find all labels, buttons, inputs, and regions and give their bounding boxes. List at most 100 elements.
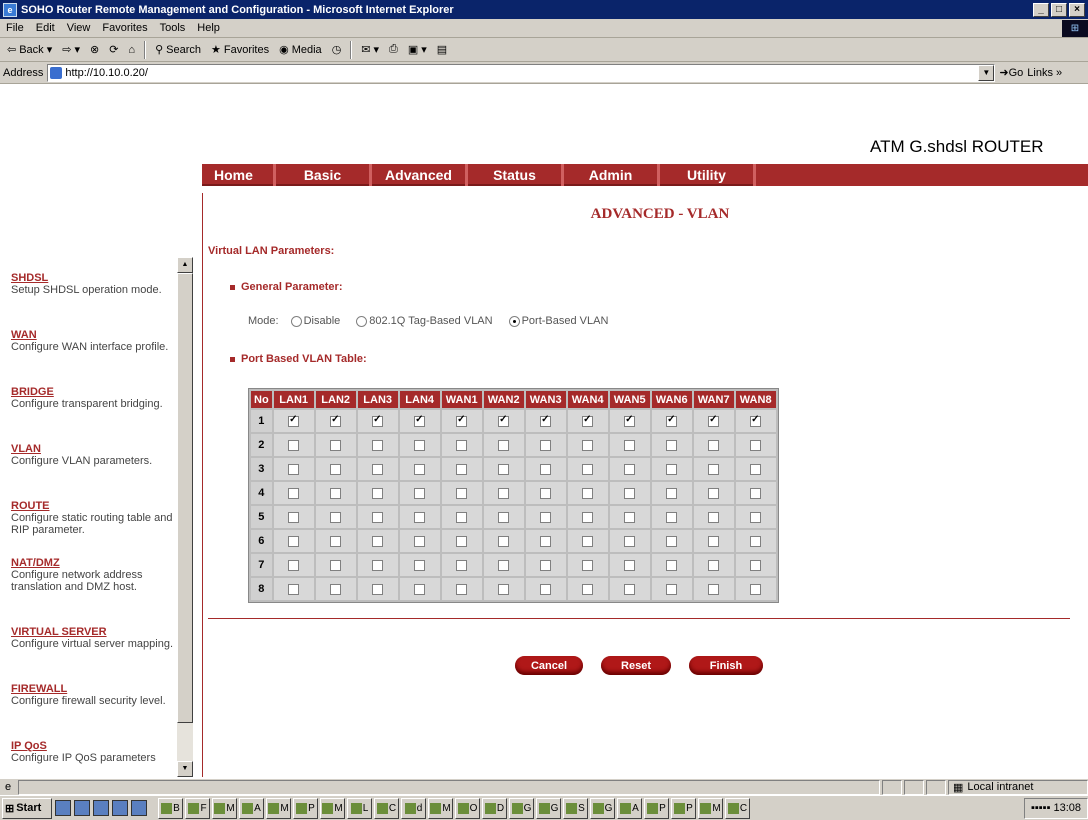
taskbar-button[interactable]: C: [374, 797, 399, 819]
sidebar-item-virtual-server[interactable]: VIRTUAL SERVER Configure virtual server m…: [11, 626, 176, 650]
discuss-button[interactable]: ▤: [433, 43, 451, 56]
go-button[interactable]: ➜Go: [999, 66, 1023, 79]
port-checkbox[interactable]: [750, 463, 762, 475]
port-checkbox[interactable]: [666, 559, 678, 571]
port-checkbox[interactable]: [330, 487, 342, 499]
menu-file[interactable]: File: [0, 22, 30, 34]
port-checkbox[interactable]: [624, 487, 636, 499]
port-checkbox[interactable]: [582, 487, 594, 499]
nav-advanced[interactable]: Advanced: [372, 164, 468, 186]
port-checkbox[interactable]: [372, 583, 384, 595]
port-checkbox[interactable]: [582, 439, 594, 451]
port-checkbox[interactable]: [666, 583, 678, 595]
scroll-up-icon[interactable]: ▲: [177, 257, 193, 273]
mail-button[interactable]: ✉ ▾: [357, 43, 383, 56]
port-checkbox[interactable]: [414, 439, 426, 451]
taskbar-button[interactable]: D: [482, 797, 507, 819]
refresh-button[interactable]: ⟳: [105, 43, 122, 56]
port-checkbox[interactable]: [666, 535, 678, 547]
port-checkbox[interactable]: [414, 583, 426, 595]
port-checkbox[interactable]: [582, 511, 594, 523]
sidebar-item-vlan[interactable]: VLAN Configure VLAN parameters.: [11, 443, 176, 467]
port-checkbox[interactable]: [582, 535, 594, 547]
port-checkbox[interactable]: [330, 511, 342, 523]
port-checkbox[interactable]: [624, 583, 636, 595]
port-checkbox[interactable]: [624, 414, 636, 427]
quicklaunch-icon[interactable]: [55, 800, 71, 816]
port-checkbox[interactable]: [456, 535, 468, 547]
port-checkbox[interactable]: [456, 463, 468, 475]
port-checkbox[interactable]: [540, 511, 552, 523]
cancel-button[interactable]: Cancel: [515, 656, 583, 675]
taskbar-button[interactable]: G: [536, 797, 561, 819]
sidebar-item-bridge[interactable]: BRIDGE Configure transparent bridging.: [11, 386, 176, 410]
taskbar-button[interactable]: F: [185, 797, 210, 819]
port-checkbox[interactable]: [498, 463, 510, 475]
taskbar-button[interactable]: A: [617, 797, 642, 819]
port-checkbox[interactable]: [288, 463, 300, 475]
taskbar-button[interactable]: S: [563, 797, 588, 819]
port-checkbox[interactable]: [750, 511, 762, 523]
nav-status[interactable]: Status: [468, 164, 564, 186]
port-checkbox[interactable]: [666, 511, 678, 523]
sidebar-scrollbar[interactable]: ▲ ▼: [177, 257, 193, 777]
taskbar-button[interactable]: M: [266, 797, 291, 819]
port-checkbox[interactable]: [750, 559, 762, 571]
port-checkbox[interactable]: [330, 583, 342, 595]
taskbar-button[interactable]: P: [671, 797, 696, 819]
port-checkbox[interactable]: [456, 511, 468, 523]
scroll-down-icon[interactable]: ▼: [177, 761, 193, 777]
menu-favorites[interactable]: Favorites: [96, 22, 153, 34]
port-checkbox[interactable]: [372, 559, 384, 571]
port-checkbox[interactable]: [750, 439, 762, 451]
sidebar-item-firewall[interactable]: FIREWALL Configure firewall security leve…: [11, 683, 176, 707]
nav-basic[interactable]: Basic: [276, 164, 372, 186]
port-checkbox[interactable]: [288, 559, 300, 571]
sidebar-item-route[interactable]: ROUTE Configure static routing table and …: [11, 500, 176, 536]
port-checkbox[interactable]: [540, 583, 552, 595]
maximize-button[interactable]: □: [1051, 2, 1067, 17]
radio-port-based[interactable]: [508, 315, 520, 327]
port-checkbox[interactable]: [498, 583, 510, 595]
mode-option-disable[interactable]: Disable: [290, 315, 340, 327]
port-checkbox[interactable]: [750, 583, 762, 595]
port-checkbox[interactable]: [288, 487, 300, 499]
port-checkbox[interactable]: [456, 583, 468, 595]
port-checkbox[interactable]: [330, 535, 342, 547]
port-checkbox[interactable]: [414, 487, 426, 499]
taskbar-button[interactable]: O: [455, 797, 480, 819]
taskbar-button[interactable]: G: [590, 797, 615, 819]
port-checkbox[interactable]: [540, 535, 552, 547]
radio-disable[interactable]: [290, 315, 302, 327]
port-checkbox[interactable]: [456, 414, 468, 427]
menu-tools[interactable]: Tools: [154, 22, 192, 34]
port-checkbox[interactable]: [288, 583, 300, 595]
taskbar-button[interactable]: L: [347, 797, 372, 819]
mode-option-tag-based[interactable]: 802.1Q Tag-Based VLAN: [356, 315, 493, 327]
port-checkbox[interactable]: [624, 439, 636, 451]
print-button[interactable]: ⎙: [385, 43, 402, 56]
quicklaunch-icon[interactable]: [131, 800, 147, 816]
port-checkbox[interactable]: [456, 487, 468, 499]
menu-help[interactable]: Help: [191, 22, 226, 34]
history-button[interactable]: ◷: [328, 43, 346, 56]
taskbar-button[interactable]: M: [320, 797, 345, 819]
port-checkbox[interactable]: [288, 439, 300, 451]
port-checkbox[interactable]: [498, 439, 510, 451]
taskbar-button[interactable]: C: [725, 797, 750, 819]
port-checkbox[interactable]: [372, 535, 384, 547]
port-checkbox[interactable]: [624, 511, 636, 523]
menu-view[interactable]: View: [61, 22, 97, 34]
port-checkbox[interactable]: [498, 414, 510, 427]
port-checkbox[interactable]: [708, 559, 720, 571]
sidebar-item-nat-dmz[interactable]: NAT/DMZ Configure network address transla…: [11, 557, 176, 593]
port-checkbox[interactable]: [288, 511, 300, 523]
nav-home[interactable]: Home: [202, 164, 276, 186]
taskbar-button[interactable]: B: [158, 797, 183, 819]
stop-button[interactable]: ⊗: [86, 43, 103, 56]
port-checkbox[interactable]: [540, 439, 552, 451]
nav-admin[interactable]: Admin: [564, 164, 660, 186]
port-checkbox[interactable]: [498, 511, 510, 523]
back-button[interactable]: ⇦ Back ▾: [3, 43, 56, 57]
port-checkbox[interactable]: [288, 535, 300, 547]
